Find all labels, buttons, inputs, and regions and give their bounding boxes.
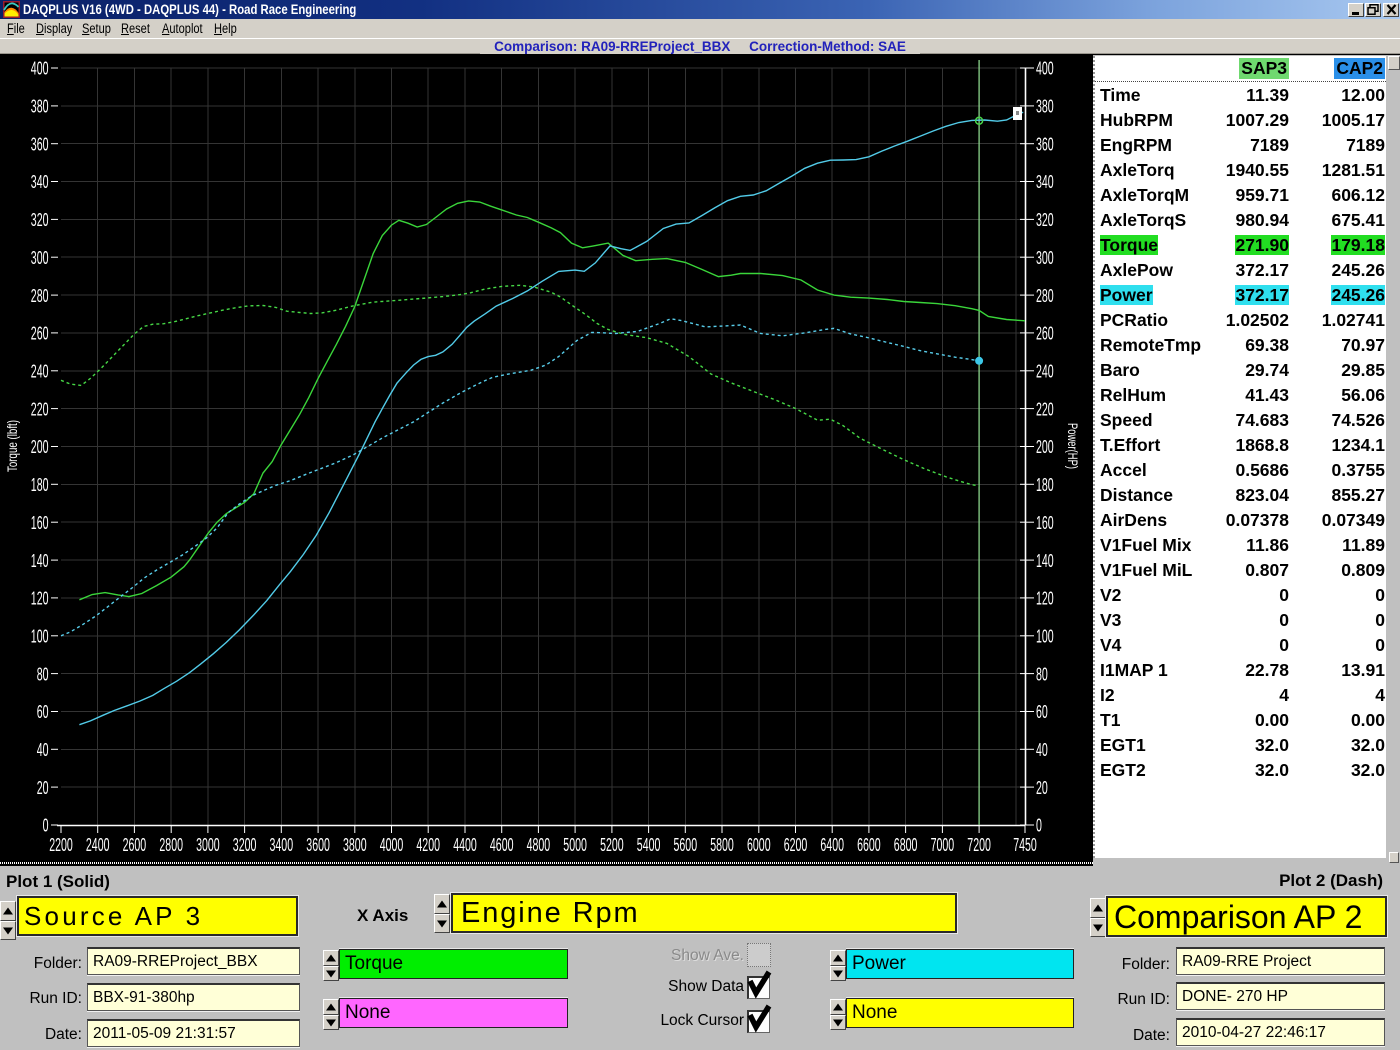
svg-text:6000: 6000 xyxy=(747,834,771,855)
svg-text:40: 40 xyxy=(1036,739,1048,760)
svg-text:20: 20 xyxy=(37,777,49,798)
svg-text:240: 240 xyxy=(31,361,49,382)
svg-text:160: 160 xyxy=(1036,512,1054,533)
svg-text:80: 80 xyxy=(37,663,49,684)
svg-text:400: 400 xyxy=(1036,58,1054,79)
svg-text:220: 220 xyxy=(1036,398,1054,419)
svg-text:4200: 4200 xyxy=(416,834,440,855)
svg-text:7000: 7000 xyxy=(931,834,955,855)
svg-text:2200: 2200 xyxy=(49,834,73,855)
svg-text:7200: 7200 xyxy=(967,834,991,855)
svg-text:20: 20 xyxy=(1036,777,1048,798)
svg-text:100: 100 xyxy=(31,626,49,647)
svg-text:Torque (lbft): Torque (lbft) xyxy=(4,420,20,472)
svg-text:380: 380 xyxy=(31,96,49,117)
svg-text:5600: 5600 xyxy=(674,834,698,855)
svg-text:5200: 5200 xyxy=(600,834,624,855)
svg-text:3000: 3000 xyxy=(196,834,220,855)
svg-text:3400: 3400 xyxy=(270,834,294,855)
svg-text:6400: 6400 xyxy=(820,834,844,855)
svg-text:3200: 3200 xyxy=(233,834,257,855)
svg-text:Power(HP): Power(HP) xyxy=(1065,423,1081,469)
svg-text:5800: 5800 xyxy=(710,834,734,855)
svg-text:3600: 3600 xyxy=(306,834,330,855)
svg-text:140: 140 xyxy=(1036,550,1054,571)
svg-text:0: 0 xyxy=(43,815,49,836)
svg-text:340: 340 xyxy=(31,171,49,192)
svg-text:40: 40 xyxy=(37,739,49,760)
svg-text:4600: 4600 xyxy=(490,834,514,855)
svg-text:360: 360 xyxy=(1036,133,1054,154)
svg-text:6800: 6800 xyxy=(894,834,918,855)
svg-text:0: 0 xyxy=(1036,815,1042,836)
svg-text:5000: 5000 xyxy=(563,834,587,855)
svg-text:4000: 4000 xyxy=(380,834,404,855)
svg-text:6600: 6600 xyxy=(857,834,881,855)
svg-text:200: 200 xyxy=(31,436,49,457)
svg-text:360: 360 xyxy=(31,133,49,154)
svg-text:320: 320 xyxy=(1036,209,1054,230)
svg-text:7450: 7450 xyxy=(1013,834,1037,855)
svg-text:120: 120 xyxy=(1036,588,1054,609)
svg-text:100: 100 xyxy=(1036,626,1054,647)
svg-text:280: 280 xyxy=(31,285,49,306)
svg-text:320: 320 xyxy=(31,209,49,230)
svg-text:200: 200 xyxy=(1036,436,1054,457)
svg-text:2600: 2600 xyxy=(123,834,147,855)
svg-text:300: 300 xyxy=(1036,247,1054,268)
svg-text:260: 260 xyxy=(1036,323,1054,344)
svg-text:4800: 4800 xyxy=(527,834,551,855)
svg-text:2800: 2800 xyxy=(159,834,183,855)
svg-text:380: 380 xyxy=(1036,96,1054,117)
svg-text:160: 160 xyxy=(31,512,49,533)
svg-text:60: 60 xyxy=(1036,701,1048,722)
svg-text:2400: 2400 xyxy=(86,834,110,855)
svg-text:140: 140 xyxy=(31,550,49,571)
svg-text:400: 400 xyxy=(31,58,49,79)
svg-text:180: 180 xyxy=(1036,474,1054,495)
svg-text:180: 180 xyxy=(31,474,49,495)
svg-text:240: 240 xyxy=(1036,361,1054,382)
svg-text:5400: 5400 xyxy=(637,834,661,855)
svg-text:260: 260 xyxy=(31,323,49,344)
svg-text:120: 120 xyxy=(31,588,49,609)
svg-text:6200: 6200 xyxy=(784,834,808,855)
svg-text:340: 340 xyxy=(1036,171,1054,192)
svg-text:80: 80 xyxy=(1036,663,1048,684)
svg-text:4400: 4400 xyxy=(453,834,477,855)
svg-text:280: 280 xyxy=(1036,285,1054,306)
svg-text:300: 300 xyxy=(31,247,49,268)
svg-text:3800: 3800 xyxy=(343,834,367,855)
svg-text:220: 220 xyxy=(31,398,49,419)
svg-text:60: 60 xyxy=(37,701,49,722)
